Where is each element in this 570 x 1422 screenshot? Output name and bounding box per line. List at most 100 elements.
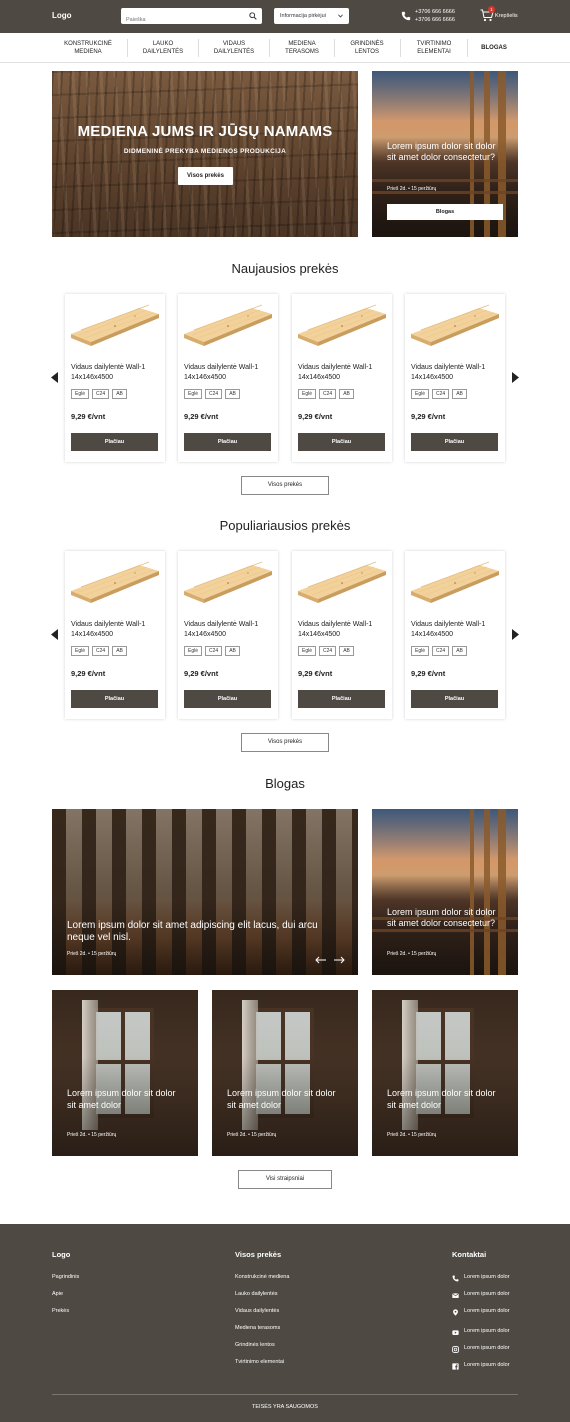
cart-label[interactable]: Krepšelis [495,13,518,19]
search-icon[interactable] [249,12,257,20]
hero-all-products-button[interactable]: Visos prekės [178,167,233,185]
product-card[interactable]: Vidaus dailylentė Wall-1 14x146x4500 Egl… [65,294,165,462]
facebook-icon[interactable] [452,1363,459,1370]
carousel-prev-icon[interactable] [51,372,58,383]
wood-plank-image [71,304,159,346]
main-nav: KONSTRUKCINĖ MEDIENA LAUKO DAILYLENTĖS VID… [0,33,570,63]
product-name[interactable]: Vidaus dailylentė Wall-1 14x146x4500 [411,620,501,640]
blog-post-card[interactable]: Lorem ipsum dolor sit dolor sit amet dol… [52,990,198,1156]
search-input[interactable] [121,12,241,28]
hero-banner: MEDIENA JUMS IR JŪSŲ NAMAMS DIDMENINĖ PR… [52,71,358,237]
info-dropdown[interactable]: Informacija pirkėjui [274,8,349,24]
product-tags: Eglė C24 AB [411,389,467,399]
tag-strength-class: C24 [205,646,223,656]
product-more-button[interactable]: Plačiau [184,690,271,708]
tag-grade: AB [339,389,354,399]
arrow-right-icon[interactable] [334,956,345,964]
product-name[interactable]: Vidaus dailylentė Wall-1 14x146x4500 [411,363,501,383]
product-price: 9,29 €/vnt [184,412,219,421]
product-more-button[interactable]: Plačiau [298,690,385,708]
tag-wood-type: Eglė [411,646,430,656]
blog-slider-arrows [315,956,345,964]
footer-link[interactable]: Tvirtinimo elementai [235,1359,284,1365]
phone-number-1[interactable]: +3706 666 6666 [415,9,455,17]
mail-icon [452,1293,459,1298]
product-tags: Eglė C24 AB [184,389,240,399]
product-name[interactable]: Vidaus dailylentė Wall-1 14x146x4500 [298,620,388,640]
nav-item-blogas[interactable]: BLOGAS [468,38,520,58]
product-price: 9,29 €/vnt [411,669,446,678]
footer-link[interactable]: Apie [52,1291,63,1297]
product-card[interactable]: Vidaus dailylentė Wall-1 14x146x4500 Egl… [405,294,505,462]
nav-item-lauko-dailylentes[interactable]: LAUKO DAILYLENTĖS [128,38,198,58]
arrow-left-icon[interactable] [315,956,326,964]
logo[interactable]: Logo [52,11,72,20]
hero-blog-title: Lorem ipsum dolor sit dolor sit amet dol… [387,141,496,162]
footer-link[interactable]: Vidaus dailylentės [235,1308,279,1314]
footer-products-title: Visos prekės [235,1250,282,1259]
footer-link[interactable]: Grindinės lentos [235,1342,275,1348]
product-card[interactable]: Vidaus dailylentė Wall-1 14x146x4500 Egl… [178,294,278,462]
tag-grade: AB [112,646,127,656]
footer-contact-youtube[interactable]: Lorem ipsum dolor [464,1328,510,1334]
blog-featured-meta: Prieš 2d. • 15 peržiūrų [67,951,117,957]
footer-contact-instagram[interactable]: Lorem ipsum dolor [464,1345,510,1351]
tag-strength-class: C24 [432,389,450,399]
footer-link[interactable]: Prekės [52,1308,69,1314]
product-card[interactable]: Vidaus dailylentė Wall-1 14x146x4500 Egl… [178,551,278,719]
product-more-button[interactable]: Plačiau [71,690,158,708]
popular-all-products-button[interactable]: Visos prekės [241,733,329,752]
footer-link[interactable]: Pagrindinis [52,1274,79,1280]
footer-contact-address[interactable]: Lorem ipsum dolor [464,1308,510,1314]
instagram-icon[interactable] [452,1346,459,1353]
copyright: TEISĖS YRA SAUGOMOS [252,1404,318,1410]
product-name[interactable]: Vidaus dailylentė Wall-1 14x146x4500 [71,363,161,383]
product-card[interactable]: Vidaus dailylentė Wall-1 14x146x4500 Egl… [292,551,392,719]
phone-number-2[interactable]: +3706 666 6666 [415,17,455,25]
tag-wood-type: Eglė [298,646,317,656]
nav-item-tvirtinimo-elementai[interactable]: TVIRTINIMO ELEMENTAI [401,38,467,58]
product-more-button[interactable]: Plačiau [411,433,498,451]
tag-grade: AB [339,646,354,656]
nav-item-mediena-terasoms[interactable]: MEDIENA TERASOMS [270,38,334,58]
hero-blog-button[interactable]: Blogas [387,204,503,220]
search-box[interactable] [121,8,262,28]
footer-logo[interactable]: Logo [52,1250,70,1259]
hero-blog-meta: Prieš 2d. • 15 peržiūrų [387,186,437,192]
blog-post-card[interactable]: Lorem ipsum dolor sit dolor sit amet dol… [372,990,518,1156]
product-name[interactable]: Vidaus dailylentė Wall-1 14x146x4500 [184,363,274,383]
footer-contact-facebook[interactable]: Lorem ipsum dolor [464,1362,510,1368]
blog-side-card[interactable]: Lorem ipsum dolor sit dolor sit amet dol… [372,809,518,975]
youtube-icon[interactable] [452,1329,459,1336]
carousel-prev-icon[interactable] [51,629,58,640]
product-more-button[interactable]: Plačiau [71,433,158,451]
tag-strength-class: C24 [92,389,110,399]
product-card[interactable]: Vidaus dailylentė Wall-1 14x146x4500 Egl… [405,551,505,719]
product-more-button[interactable]: Plačiau [298,433,385,451]
nav-item-vidaus-dailylentes[interactable]: VIDAUS DAILYLENTĖS [199,38,269,58]
product-tags: Eglė C24 AB [71,389,127,399]
footer-link[interactable]: Konstrukcinė mediena [235,1274,289,1280]
newest-all-products-button[interactable]: Visos prekės [241,476,329,495]
blog-featured-card[interactable]: Lorem ipsum dolor sit amet adipiscing el… [52,809,358,975]
footer-contact-mail[interactable]: Lorem ipsum dolor [464,1291,510,1297]
blog-post-card[interactable]: Lorem ipsum dolor sit dolor sit amet dol… [212,990,358,1156]
product-card[interactable]: Vidaus dailylentė Wall-1 14x146x4500 Egl… [65,551,165,719]
carousel-next-icon[interactable] [512,372,519,383]
product-more-button[interactable]: Plačiau [184,433,271,451]
product-more-button[interactable]: Plačiau [411,690,498,708]
product-tags: Eglė C24 AB [411,646,467,656]
footer-contact-phone[interactable]: Lorem ipsum dolor [464,1274,510,1280]
product-name[interactable]: Vidaus dailylentė Wall-1 14x146x4500 [71,620,161,640]
tag-wood-type: Eglė [71,646,90,656]
product-card[interactable]: Vidaus dailylentė Wall-1 14x146x4500 Egl… [292,294,392,462]
all-articles-button[interactable]: Visi straipsniai [238,1170,332,1189]
footer-link[interactable]: Lauko dailylentės [235,1291,278,1297]
product-name[interactable]: Vidaus dailylentė Wall-1 14x146x4500 [298,363,388,383]
carousel-next-icon[interactable] [512,629,519,640]
footer-link[interactable]: Mediena terasoms [235,1325,280,1331]
product-name[interactable]: Vidaus dailylentė Wall-1 14x146x4500 [184,620,274,640]
nav-item-grindines-lentos[interactable]: GRINDINĖS LENTOS [335,38,399,58]
nav-item-konstrukcine-mediena[interactable]: KONSTRUKCINĖ MEDIENA [52,38,124,58]
hero-blog-card[interactable]: Lorem ipsum dolor sit dolor sit amet dol… [372,71,518,237]
